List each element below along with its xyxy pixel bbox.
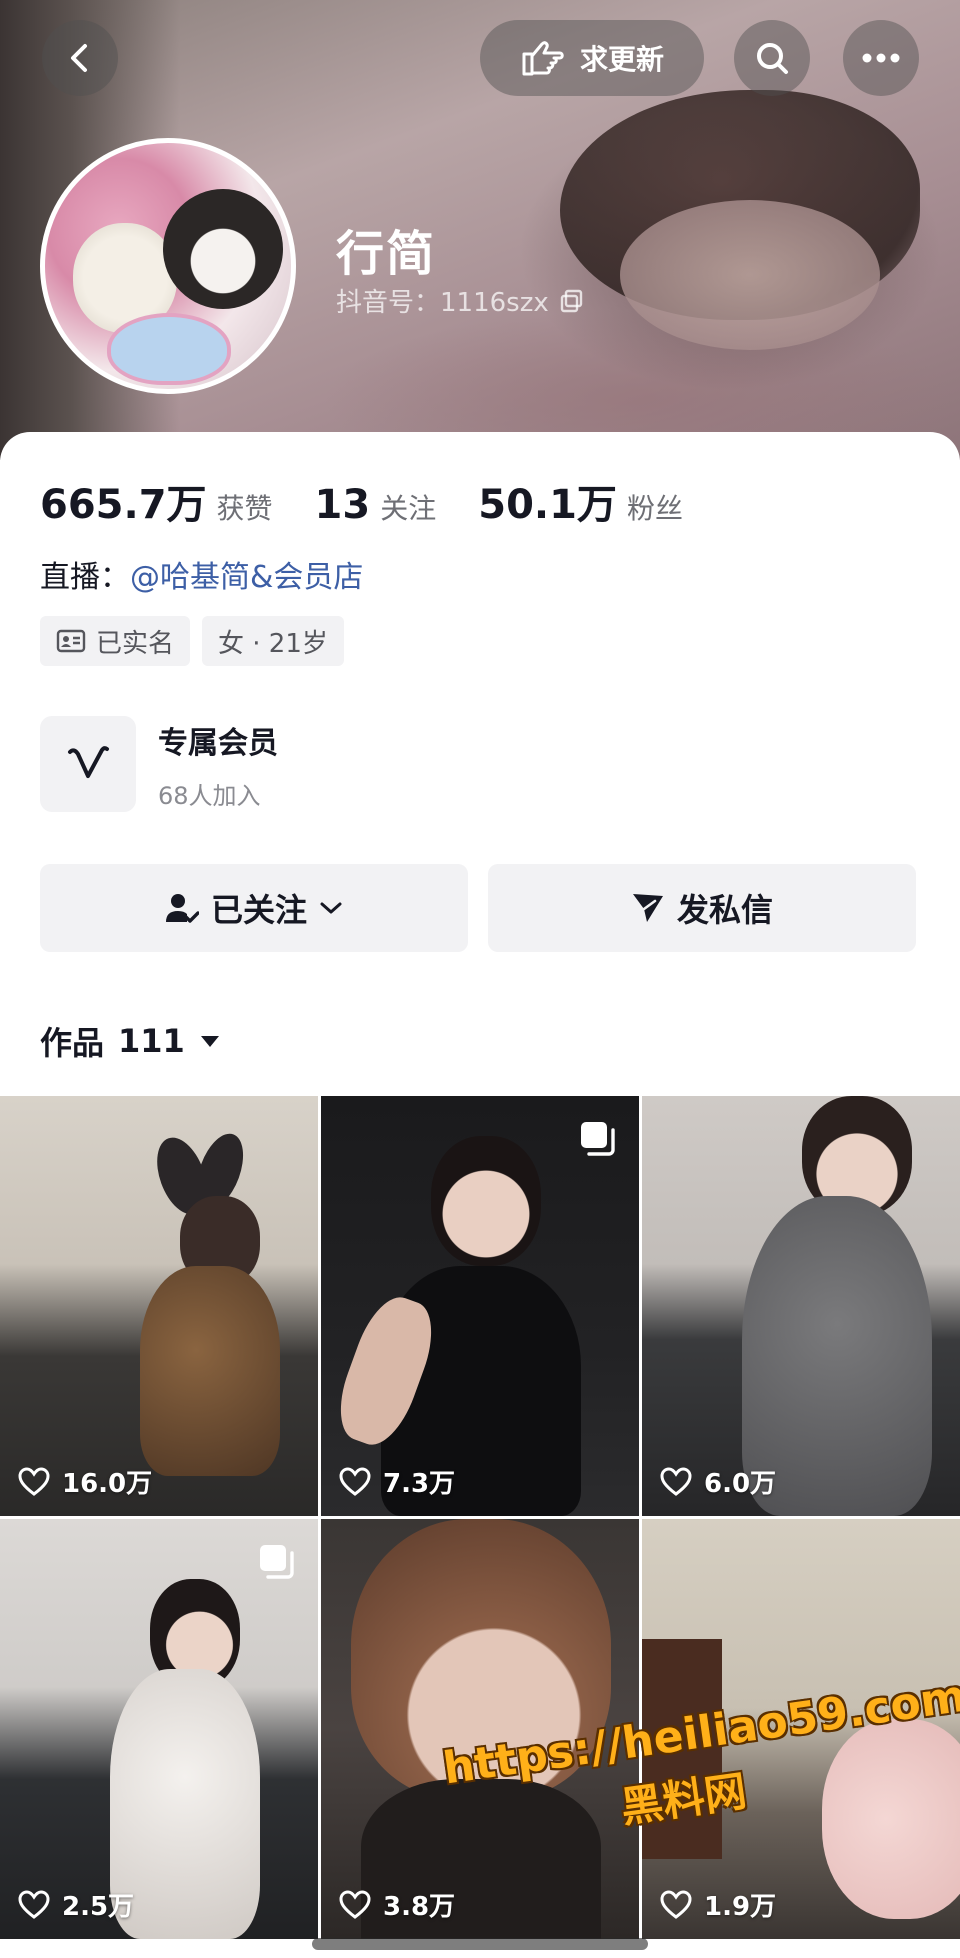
tag-row: 已实名 女 · 21岁 [40, 616, 344, 666]
following-count[interactable]: 13 [315, 482, 371, 528]
like-count-text: 3.8万 [383, 1892, 456, 1922]
request-update-button[interactable]: 求更新 [480, 20, 704, 96]
gender-age-label: 女 · 21岁 [218, 628, 328, 659]
like-count: 6.0万 [660, 1463, 776, 1500]
like-count-text: 1.9万 [704, 1892, 777, 1922]
likes-label: 获赞 [216, 492, 273, 525]
like-count-text: 16.0万 [62, 1469, 153, 1499]
like-count: 16.0万 [18, 1463, 152, 1500]
thumbnail-figure [140, 1266, 280, 1476]
video-thumbnail[interactable]: 7.3万 [321, 1096, 639, 1516]
heart-icon [660, 1889, 692, 1919]
like-count: 2.5万 [18, 1886, 134, 1923]
like-count-text: 7.3万 [383, 1469, 456, 1499]
works-tab[interactable]: 作品 111 [40, 1018, 221, 1064]
stats-row: 665.7万 获赞 13 关注 50.1万 粉丝 [40, 472, 725, 530]
followers-label[interactable]: 粉丝 [627, 487, 683, 527]
heart-icon [339, 1889, 371, 1919]
v-logo-icon [68, 746, 109, 778]
search-button[interactable] [734, 20, 810, 96]
more-horizontal-icon [862, 53, 900, 63]
video-thumbnail[interactable]: 6.0万 [642, 1096, 960, 1516]
gender-age-tag: 女 · 21岁 [202, 616, 344, 666]
multi-image-icon [260, 1545, 294, 1579]
hand-pointing-icon [522, 41, 564, 76]
like-count: 7.3万 [339, 1463, 455, 1500]
membership-text: 专属会员 68人加入 [158, 718, 278, 811]
send-icon [632, 894, 663, 922]
heart-icon [660, 1466, 692, 1496]
works-count: 111 [118, 1022, 185, 1060]
avatar[interactable] [40, 138, 296, 394]
thumbnail-figure [431, 1136, 541, 1266]
like-count: 1.9万 [660, 1886, 776, 1923]
more-button[interactable] [843, 20, 919, 96]
request-update-label: 求更新 [579, 43, 664, 76]
membership-icon-box [40, 716, 136, 812]
caret-down-icon [200, 1036, 219, 1047]
live-account-link[interactable]: @哈基简&会员店 [130, 560, 363, 595]
avatar-cat [163, 189, 283, 309]
verified-tag: 已实名 [40, 616, 191, 666]
exclusive-membership[interactable]: 专属会员 68人加入 [40, 716, 278, 812]
like-count: 3.8万 [339, 1886, 455, 1923]
live-row: 直播：@哈基简&会员店 [40, 552, 363, 596]
video-thumbnail[interactable]: 2.5万 [0, 1519, 318, 1939]
heart-icon [339, 1466, 371, 1496]
chevron-left-icon [71, 44, 87, 72]
message-button[interactable]: 发私信 [488, 864, 916, 952]
avatar-bib [107, 313, 231, 385]
video-thumbnail[interactable]: 16.0万 [0, 1096, 318, 1516]
search-icon [757, 43, 788, 74]
id-card-icon [56, 629, 86, 653]
following-button[interactable]: 已关注 [40, 864, 468, 952]
verified-label: 已实名 [96, 628, 175, 659]
like-count-text: 2.5万 [62, 1892, 135, 1922]
header-background-face [620, 200, 880, 350]
membership-subtitle: 68人加入 [158, 781, 261, 810]
membership-title: 专属会员 [158, 725, 278, 761]
like-count-text: 6.0万 [704, 1469, 777, 1499]
douyin-id-text: 抖音号：1116szx [336, 288, 549, 318]
likes-count: 665.7万 [40, 482, 207, 528]
live-prefix: 直播： [40, 560, 130, 595]
multi-image-icon [581, 1122, 615, 1156]
heart-icon [18, 1466, 50, 1496]
following-button-label: 已关注 [210, 891, 307, 929]
copy-icon[interactable] [559, 288, 585, 314]
profile-header: 求更新 行简 抖音号：1116szx [0, 0, 960, 460]
followers-count[interactable]: 50.1万 [478, 472, 617, 530]
works-label: 作品 [40, 1024, 105, 1062]
heart-icon [18, 1889, 50, 1919]
douyin-id[interactable]: 抖音号：1116szx [336, 282, 585, 319]
following-label[interactable]: 关注 [380, 487, 436, 527]
user-check-icon [165, 894, 199, 923]
profile-name: 行简 [336, 226, 437, 282]
back-button[interactable] [42, 20, 118, 96]
message-button-label: 发私信 [676, 891, 773, 929]
chevron-down-icon [320, 902, 342, 914]
home-indicator[interactable] [312, 1938, 648, 1950]
